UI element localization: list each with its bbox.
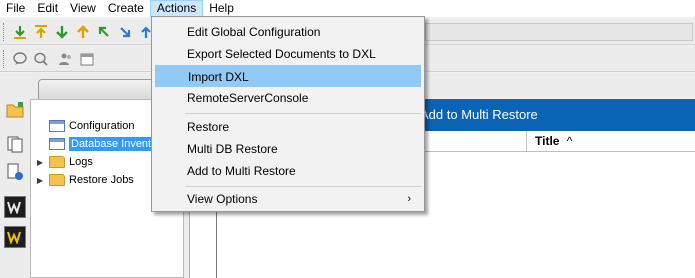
nav-item-configuration[interactable]: Configuration	[39, 117, 134, 135]
arrow-down-icon[interactable]	[52, 22, 72, 42]
document-icon	[49, 138, 65, 150]
submenu-arrow-icon: ›	[407, 193, 411, 205]
nav-item-label: Database Invent	[69, 137, 154, 151]
nav-item-logs[interactable]: ▶ Logs	[35, 153, 93, 171]
folder-icon	[49, 174, 65, 186]
menu-item-export-dxl[interactable]: Export Selected Documents to DXL	[155, 43, 421, 65]
menu-item-restore[interactable]: Restore	[155, 116, 421, 138]
nav-item-restore-jobs[interactable]: ▶ Restore Jobs	[35, 171, 134, 189]
menu-file[interactable]: File	[0, 0, 31, 17]
menu-item-multi-db-restore[interactable]: Multi DB Restore	[155, 138, 421, 160]
toolbar-grip-2[interactable]	[3, 50, 6, 68]
nav-item-label: Logs	[69, 156, 93, 168]
toolbar-grip[interactable]	[3, 23, 6, 41]
move-right-icon[interactable]	[115, 22, 135, 42]
calendar-icon[interactable]	[77, 49, 97, 69]
app-logo-icon[interactable]	[4, 196, 26, 218]
address-field[interactable]	[425, 23, 693, 41]
add-to-multi-restore-button[interactable]: Add to Multi Restore	[420, 107, 538, 122]
actions-menu: Edit Global Configuration Export Selecte…	[151, 16, 425, 212]
web-document-icon[interactable]	[4, 161, 26, 183]
move-left-icon[interactable]	[94, 22, 114, 42]
people-icon[interactable]	[56, 49, 76, 69]
expand-icon[interactable]: ▶	[35, 176, 45, 185]
chat-search-icon[interactable]	[31, 49, 51, 69]
nav-item-database-inventory[interactable]: Database Invent	[39, 135, 154, 153]
menu-item-import-dxl[interactable]: Import DXL	[155, 65, 421, 87]
nav-item-label: Restore Jobs	[69, 174, 134, 186]
folder-workspace-icon[interactable]	[4, 99, 26, 121]
tab-database[interactable]	[38, 79, 156, 99]
left-icon-strip	[0, 99, 30, 278]
menu-edit[interactable]: Edit	[31, 0, 64, 17]
move-top-icon[interactable]	[31, 22, 51, 42]
nav-item-label: Configuration	[69, 120, 135, 132]
menu-actions[interactable]: Actions	[149, 0, 204, 17]
arrow-up-icon[interactable]	[73, 22, 93, 42]
sort-ascending-icon: ^	[566, 134, 573, 148]
menu-separator	[185, 113, 421, 114]
menu-item-add-to-multi-restore[interactable]: Add to Multi Restore	[155, 160, 421, 182]
menu-item-edit-global-configuration[interactable]: Edit Global Configuration	[155, 21, 421, 43]
chat-icon[interactable]	[10, 49, 30, 69]
menu-item-remote-server-console[interactable]: RemoteServerConsole	[155, 87, 421, 109]
app-logo-icon-2[interactable]	[4, 226, 26, 248]
menu-separator	[185, 186, 421, 187]
document-icon	[49, 120, 65, 132]
menu-item-label: View Options	[187, 192, 258, 206]
documents-icon[interactable]	[4, 133, 26, 155]
menu-view[interactable]: View	[64, 0, 102, 17]
menu-help[interactable]: Help	[203, 0, 240, 17]
menu-create[interactable]: Create	[102, 0, 150, 17]
expand-icon[interactable]: ▶	[35, 158, 45, 167]
column-header-title[interactable]: Title ^	[526, 131, 695, 151]
menu-item-view-options[interactable]: View Options ›	[155, 188, 421, 210]
folder-icon	[49, 156, 65, 168]
column-title-label: Title	[535, 134, 560, 148]
download-icon[interactable]	[10, 22, 30, 42]
menu-bar: File Edit View Create Actions Help	[0, 0, 695, 17]
